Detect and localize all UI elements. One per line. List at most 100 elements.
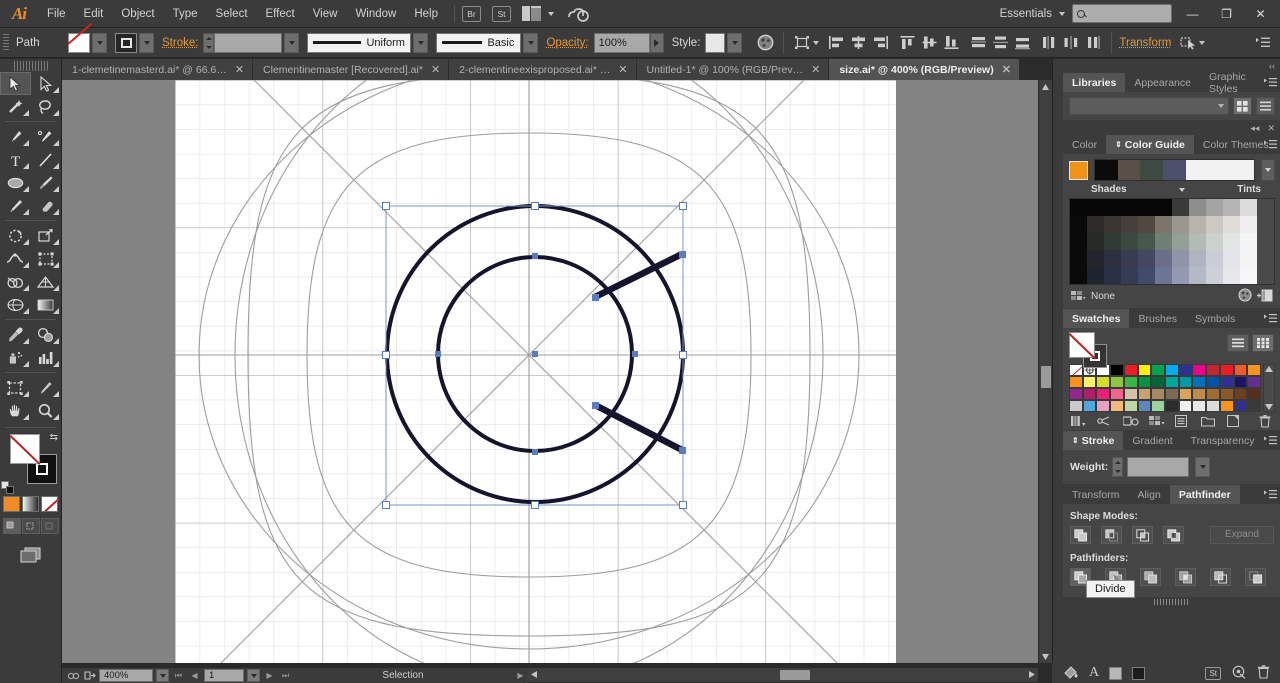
swatch-color[interactable]: [1165, 364, 1179, 376]
document-tab[interactable]: 1-clemetinemasterd.ai* @ 66.6… ✕: [62, 59, 254, 80]
opacity-label[interactable]: Opacity:: [546, 37, 588, 49]
swatch-color[interactable]: [1206, 388, 1220, 400]
rotate-tool[interactable]: [0, 224, 31, 247]
grid-view-button[interactable]: [1233, 97, 1252, 115]
menu-edit[interactable]: Edit: [75, 0, 113, 28]
paintbrush-tool[interactable]: [31, 171, 62, 194]
none-mode-button[interactable]: [41, 496, 58, 512]
column-graph-tool[interactable]: [31, 346, 62, 369]
select-similar-icon[interactable]: [1177, 32, 1199, 54]
pencil-tool[interactable]: [0, 194, 31, 217]
color-variation-swatch[interactable]: [1121, 267, 1138, 284]
artboard-dropdown[interactable]: [247, 669, 260, 682]
ellipse-tool[interactable]: [0, 171, 31, 194]
swatch-color[interactable]: [1219, 364, 1234, 376]
status-flyout-icon[interactable]: ▶: [514, 669, 527, 682]
variable-width-profile[interactable]: Uniform: [307, 32, 412, 53]
outline-button[interactable]: [1210, 568, 1231, 586]
weight-input[interactable]: [1127, 457, 1190, 477]
swatch-list-view-button[interactable]: [1227, 334, 1249, 352]
stroke-weight-label[interactable]: Stroke:: [162, 37, 198, 49]
bridge-icon[interactable]: Br: [462, 5, 481, 22]
color-variation-swatch[interactable]: [1189, 233, 1206, 250]
swatch-none[interactable]: [1069, 364, 1083, 376]
harmony-color-strip[interactable]: [1094, 159, 1255, 181]
color-variation-swatch[interactable]: [1104, 250, 1121, 267]
swatch-color[interactable]: [1192, 376, 1207, 388]
distribute-left-icon[interactable]: [1038, 32, 1060, 54]
color-variation-swatch[interactable]: [1155, 250, 1172, 267]
close-icon[interactable]: ✕: [1267, 123, 1275, 134]
color-harmony-icon[interactable]: [1097, 415, 1111, 428]
swatch-color[interactable]: [1233, 376, 1248, 388]
color-variation-swatch[interactable]: [1240, 199, 1257, 216]
document-tab[interactable]: Clementinemaster [Recovered].ai* ✕: [253, 59, 450, 80]
harmony-rules-dropdown[interactable]: [1261, 159, 1275, 181]
stroke-dropdown[interactable]: [139, 32, 154, 53]
chevron-down-icon[interactable]: [813, 40, 820, 45]
slice-tool[interactable]: [31, 376, 62, 399]
color-variation-swatch[interactable]: [1104, 199, 1121, 216]
swatch-grid-view-button[interactable]: [1252, 334, 1274, 352]
tab-transparency[interactable]: Transparency: [1181, 431, 1264, 450]
gradient-tool[interactable]: [31, 293, 62, 316]
default-fill-stroke-icon[interactable]: [1, 481, 14, 494]
type-tool-icon[interactable]: A: [1089, 665, 1099, 681]
swatch-color[interactable]: [1123, 364, 1138, 376]
swatch-color[interactable]: [1206, 364, 1220, 376]
color-variation-swatch[interactable]: [1087, 250, 1104, 267]
mesh-tool[interactable]: [0, 293, 31, 316]
swatch-color[interactable]: [1192, 400, 1207, 412]
swatch-color[interactable]: [1069, 376, 1083, 388]
color-variation-swatch[interactable]: [1206, 250, 1223, 267]
tab-transform[interactable]: Transform: [1063, 485, 1129, 504]
scroll-up-icon[interactable]: [1039, 80, 1052, 93]
swatch-color[interactable]: [1151, 364, 1165, 376]
swatch-color[interactable]: [1233, 388, 1248, 400]
color-variation-swatch[interactable]: [1257, 250, 1274, 267]
intersect-button[interactable]: [1132, 526, 1153, 544]
stock-icon[interactable]: St: [1205, 666, 1221, 680]
type-tool[interactable]: T: [0, 148, 31, 171]
hand-tool[interactable]: [0, 399, 31, 422]
eraser-tool[interactable]: [31, 194, 62, 217]
panel-menu-icon[interactable]: [1263, 312, 1278, 325]
tab-color[interactable]: Color: [1063, 135, 1107, 154]
graphic-style-swatch[interactable]: [705, 32, 726, 53]
swatch-color[interactable]: [1247, 400, 1261, 412]
search-input[interactable]: [1072, 4, 1172, 23]
eyedropper-tool[interactable]: [0, 323, 31, 346]
color-variation-swatch[interactable]: [1257, 216, 1274, 233]
color-variation-swatch[interactable]: [1223, 233, 1240, 250]
distribute-center-vertical-icon[interactable]: [989, 32, 1011, 54]
swatch-color[interactable]: [1110, 364, 1124, 376]
swatch-color[interactable]: [1096, 400, 1111, 412]
fill-tool-icon[interactable]: [1062, 664, 1079, 682]
color-variation-swatch[interactable]: [1087, 199, 1104, 216]
color-variation-swatch[interactable]: [1172, 250, 1189, 267]
swatch-color[interactable]: [1151, 376, 1165, 388]
swatch-color[interactable]: [1137, 376, 1152, 388]
color-variation-swatch[interactable]: [1206, 267, 1223, 284]
fill-color-swatch[interactable]: [10, 434, 40, 464]
brush-dropdown[interactable]: [523, 32, 539, 53]
export-icon[interactable]: [83, 669, 96, 682]
scale-tool[interactable]: [31, 224, 62, 247]
color-variation-swatch[interactable]: [1121, 199, 1138, 216]
collapse-icon[interactable]: ◂◂: [1250, 123, 1259, 134]
swatch-color[interactable]: [1233, 364, 1248, 376]
color-variation-swatch[interactable]: [1223, 199, 1240, 216]
swatch-color[interactable]: [1247, 376, 1261, 388]
swatch-color[interactable]: [1123, 400, 1138, 412]
previous-artboard-icon[interactable]: ◀: [188, 669, 201, 682]
panel-menu-icon[interactable]: [1263, 76, 1278, 89]
zoom-tool[interactable]: [31, 399, 62, 422]
swap-fill-stroke-icon[interactable]: ⇆: [50, 432, 58, 443]
color-variation-swatch[interactable]: [1155, 199, 1172, 216]
perspective-grid-tool[interactable]: [31, 270, 62, 293]
opacity-flyout[interactable]: [649, 32, 664, 53]
recolor-artwork-icon[interactable]: [754, 32, 776, 54]
swatch-color[interactable]: [1178, 376, 1193, 388]
chevron-down-icon[interactable]: [1178, 187, 1185, 192]
color-variation-swatch[interactable]: [1240, 267, 1257, 284]
